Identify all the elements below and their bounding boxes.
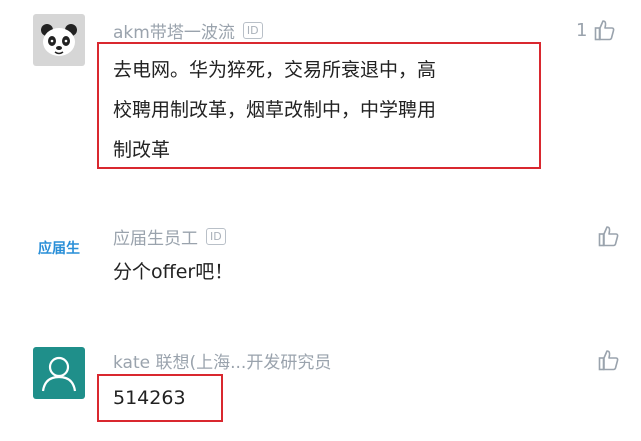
comment-text: 分个offer吧！ <box>113 252 233 292</box>
id-badge: ID <box>242 22 263 39</box>
id-badge: ID <box>206 228 226 245</box>
avatar[interactable]: 应届生 <box>33 222 85 274</box>
thumbs-up-icon <box>595 20 615 41</box>
like-button[interactable] <box>597 348 621 372</box>
comment-item: kate 联想(上海...开发研究员 514263 <box>0 330 641 441</box>
thumbs-up-icon <box>598 350 619 371</box>
comment-header: akm带塔一波流 ID <box>113 18 263 43</box>
comment-item: akm带塔一波流 ID 去电网。华为猝死，交易所衰退中，高 校聘用制改革，烟草改… <box>0 0 641 190</box>
thumbs-up-icon <box>598 226 619 247</box>
username[interactable]: akm带塔一波流 <box>113 18 235 43</box>
username[interactable]: 应届生员工 <box>113 224 198 249</box>
username[interactable]: kate 联想(上海...开发研究员 <box>113 348 331 373</box>
highlight-box <box>97 42 541 169</box>
like-button[interactable]: 1 <box>576 18 617 42</box>
comment-header: kate 联想(上海...开发研究员 <box>113 348 331 373</box>
like-button[interactable] <box>597 224 621 248</box>
comment-line: 分个offer吧！ <box>113 261 234 283</box>
avatar[interactable] <box>33 347 85 399</box>
like-count: 1 <box>576 19 588 41</box>
comment-item: 应届生 应届生员工 ID 分个offer吧！ <box>0 210 641 320</box>
comment-header: 应届生员工 ID <box>113 224 226 249</box>
panda-icon <box>41 24 77 56</box>
avatar[interactable] <box>33 14 85 66</box>
highlight-box <box>97 374 223 422</box>
user-silhouette-icon <box>41 356 77 392</box>
